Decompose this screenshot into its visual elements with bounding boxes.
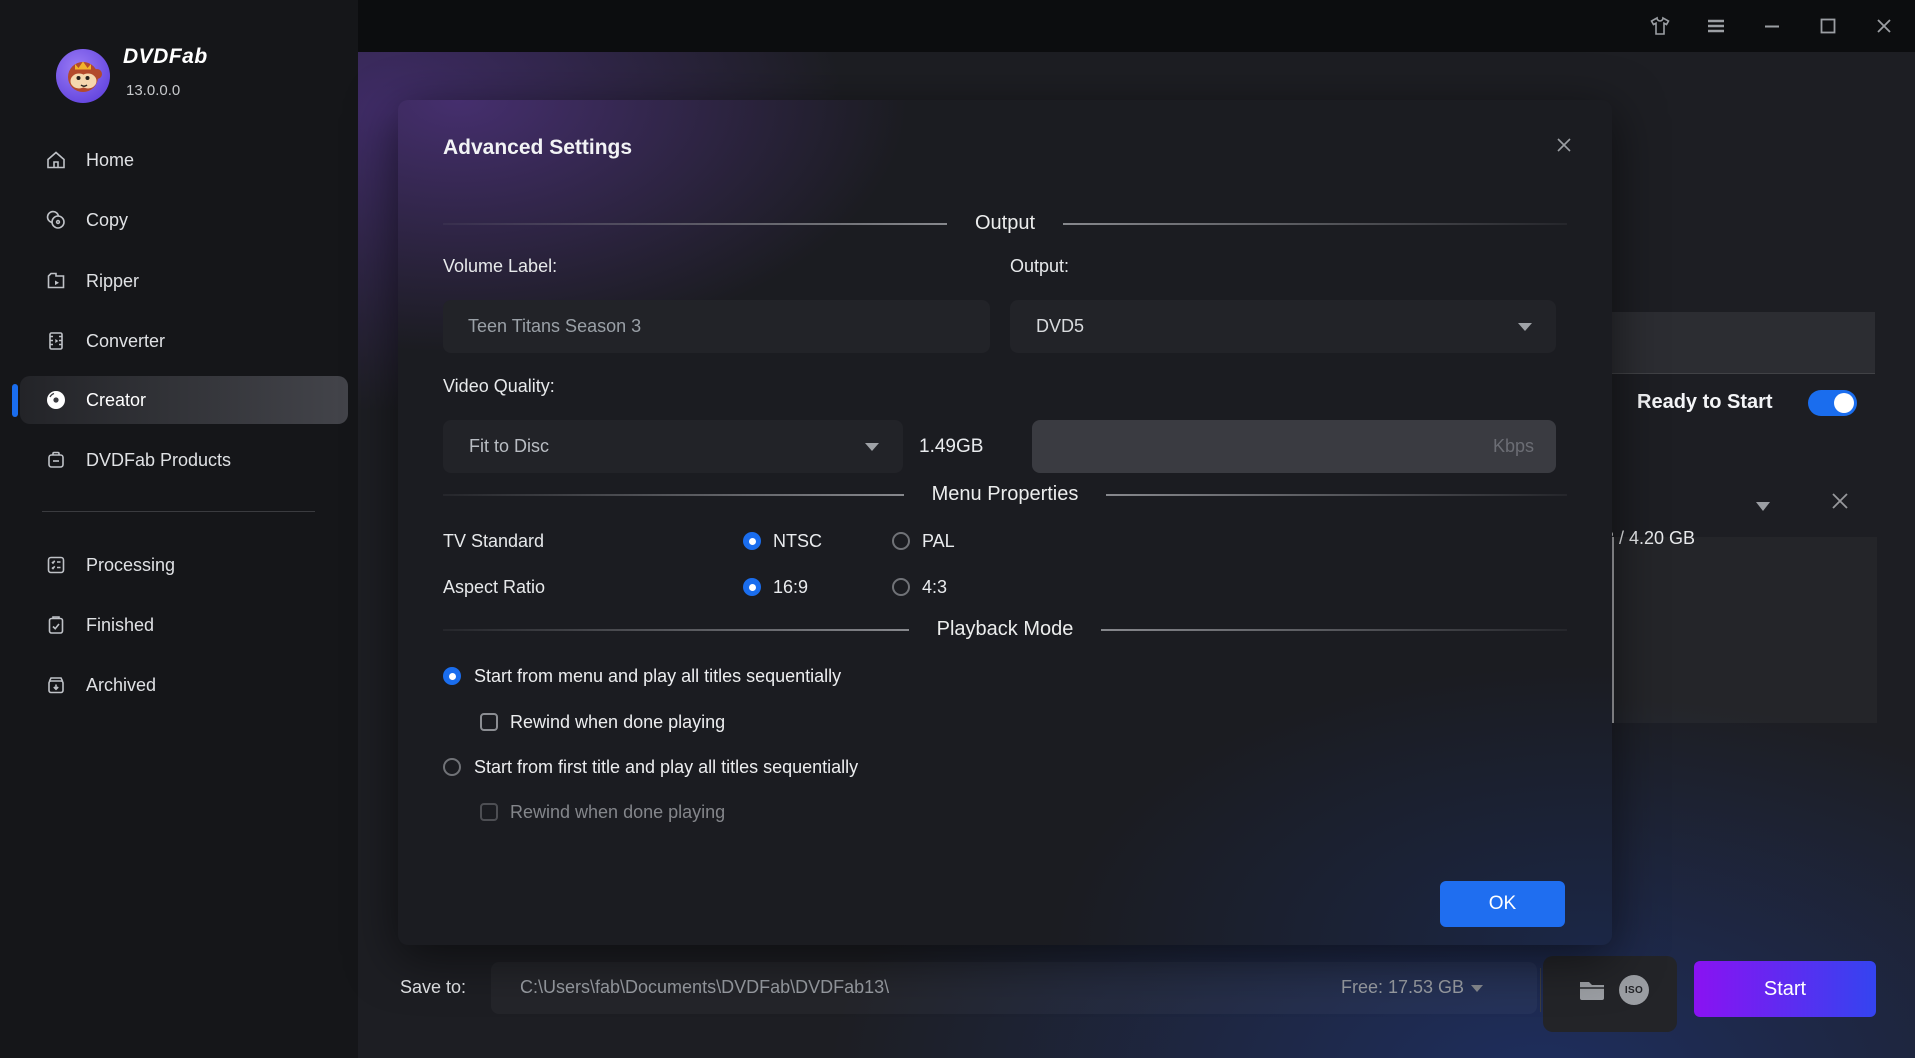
volume-label-input[interactable] xyxy=(443,300,990,353)
start-button[interactable]: Start xyxy=(1694,961,1876,1017)
sidebar-item-finished[interactable]: Finished xyxy=(20,601,348,649)
output-target-group xyxy=(1543,956,1677,1032)
task-close-icon[interactable] xyxy=(1828,489,1852,518)
aspect-16-9-label: 16:9 xyxy=(773,577,808,598)
radio-4-3[interactable] xyxy=(892,578,910,596)
task-item-panel xyxy=(1612,537,1877,723)
section-menu-title: Menu Properties xyxy=(932,483,1079,506)
start-from-first-title-label: Start from first title and play all titl… xyxy=(474,757,858,778)
dialog-close-icon[interactable] xyxy=(1554,135,1574,160)
bottom-bar-divider xyxy=(1540,968,1541,1012)
output-label: Output: xyxy=(1010,256,1069,277)
chevron-down-icon xyxy=(1471,985,1483,992)
sidebar-item-label: Finished xyxy=(86,615,154,636)
video-quality-label: Video Quality: xyxy=(443,376,555,397)
save-to-label: Save to: xyxy=(400,977,466,998)
chevron-down-icon xyxy=(1518,323,1532,331)
processing-icon xyxy=(45,554,67,576)
sidebar-item-home[interactable]: Home xyxy=(20,136,348,184)
radio-16-9[interactable] xyxy=(743,578,761,596)
sidebar-item-dvdfab-products[interactable]: DVDFab Products xyxy=(20,436,348,484)
section-menu-properties: Menu Properties xyxy=(443,483,1567,506)
folder-output-icon[interactable] xyxy=(1575,973,1609,1007)
sidebar-item-label: Processing xyxy=(86,555,175,576)
app-window: DVDFab 13.0.0.0 Home Copy Ripper Convert… xyxy=(0,0,1915,1058)
kbps-input-value[interactable] xyxy=(1032,420,1556,473)
section-output: Output xyxy=(443,212,1567,235)
close-window-icon[interactable] xyxy=(1871,13,1897,39)
save-path-text: C:\Users\fab\Documents\DVDFab\DVDFab13\ xyxy=(520,977,889,998)
task-header-panel xyxy=(1604,312,1875,374)
estimated-size-text: 1.49GB xyxy=(919,436,983,458)
video-quality-value: Fit to Disc xyxy=(443,436,549,457)
task-expand-caret-icon[interactable] xyxy=(1756,502,1770,511)
active-indicator-bar xyxy=(12,384,18,417)
radio-pal[interactable] xyxy=(892,532,910,550)
minimize-icon[interactable] xyxy=(1759,13,1785,39)
tv-standard-label: TV Standard xyxy=(443,531,544,552)
sidebar-item-ripper[interactable]: Ripper xyxy=(20,257,348,305)
sidebar-item-creator[interactable]: Creator xyxy=(20,376,348,424)
volume-label-input-value[interactable] xyxy=(443,300,990,353)
checkbox-rewind-2[interactable] xyxy=(480,803,498,821)
pal-label: PAL xyxy=(922,531,955,552)
titlebar xyxy=(358,0,1915,52)
dialog-title: Advanced Settings xyxy=(443,136,632,160)
sidebar-item-converter[interactable]: Converter xyxy=(20,317,348,365)
video-quality-select[interactable]: Fit to Disc xyxy=(443,420,903,473)
ntsc-label: NTSC xyxy=(773,531,822,552)
ready-toggle[interactable] xyxy=(1808,390,1857,416)
iso-output-icon[interactable]: ISO xyxy=(1619,975,1649,1005)
hamburger-menu-icon[interactable] xyxy=(1703,13,1729,39)
archived-icon xyxy=(45,674,67,696)
section-playback-title: Playback Mode xyxy=(937,618,1074,641)
sidebar-item-label: Archived xyxy=(86,675,156,696)
sidebar-item-label: Home xyxy=(86,150,134,171)
sidebar: DVDFab 13.0.0.0 Home Copy Ripper Convert… xyxy=(0,0,358,1058)
ripper-icon xyxy=(45,270,67,292)
app-version: 13.0.0.0 xyxy=(126,82,180,99)
radio-start-from-first-title[interactable] xyxy=(443,758,461,776)
sidebar-item-label: DVDFab Products xyxy=(86,450,231,471)
ok-button[interactable]: OK xyxy=(1440,881,1565,927)
sidebar-item-label: Creator xyxy=(86,390,146,411)
sidebar-item-label: Ripper xyxy=(86,271,139,292)
products-icon xyxy=(45,449,67,471)
theme-tshirt-icon[interactable] xyxy=(1647,13,1673,39)
output-select[interactable]: DVD5 xyxy=(1010,300,1556,353)
section-output-title: Output xyxy=(975,212,1035,235)
start-from-menu-label: Start from menu and play all titles sequ… xyxy=(474,666,841,687)
home-icon xyxy=(45,149,67,171)
sidebar-divider xyxy=(42,511,315,512)
free-space-dropdown[interactable]: Free: 17.53 GB xyxy=(1341,977,1483,998)
rewind-label-1: Rewind when done playing xyxy=(510,712,725,733)
creator-icon xyxy=(45,389,67,411)
converter-icon xyxy=(45,330,67,352)
sidebar-item-label: Copy xyxy=(86,210,128,231)
radio-ntsc[interactable] xyxy=(743,532,761,550)
free-space-text: Free: 17.53 GB xyxy=(1341,977,1464,998)
dvdfab-logo-icon xyxy=(54,47,112,110)
chevron-down-icon xyxy=(865,443,879,451)
sidebar-item-processing[interactable]: Processing xyxy=(20,541,348,589)
aspect-4-3-label: 4:3 xyxy=(922,577,947,598)
toggle-knob xyxy=(1834,393,1854,413)
sidebar-item-copy[interactable]: Copy xyxy=(20,196,348,244)
ready-status-text: Ready to Start xyxy=(1637,391,1773,414)
volume-label: Volume Label: xyxy=(443,256,557,277)
checkbox-rewind-1[interactable] xyxy=(480,713,498,731)
app-name: DVDFab xyxy=(123,45,208,69)
kbps-input[interactable] xyxy=(1032,420,1556,473)
advanced-settings-dialog: Advanced Settings Output Volume Label: O… xyxy=(398,100,1612,945)
rewind-label-2: Rewind when done playing xyxy=(510,802,725,823)
maximize-icon[interactable] xyxy=(1815,13,1841,39)
radio-start-from-menu[interactable] xyxy=(443,667,461,685)
aspect-ratio-label: Aspect Ratio xyxy=(443,577,545,598)
output-select-value: DVD5 xyxy=(1010,316,1084,337)
sidebar-item-label: Converter xyxy=(86,331,165,352)
sidebar-item-archived[interactable]: Archived xyxy=(20,661,348,709)
copy-icon xyxy=(45,209,67,231)
finished-icon xyxy=(45,614,67,636)
section-playback-mode: Playback Mode xyxy=(443,618,1567,641)
